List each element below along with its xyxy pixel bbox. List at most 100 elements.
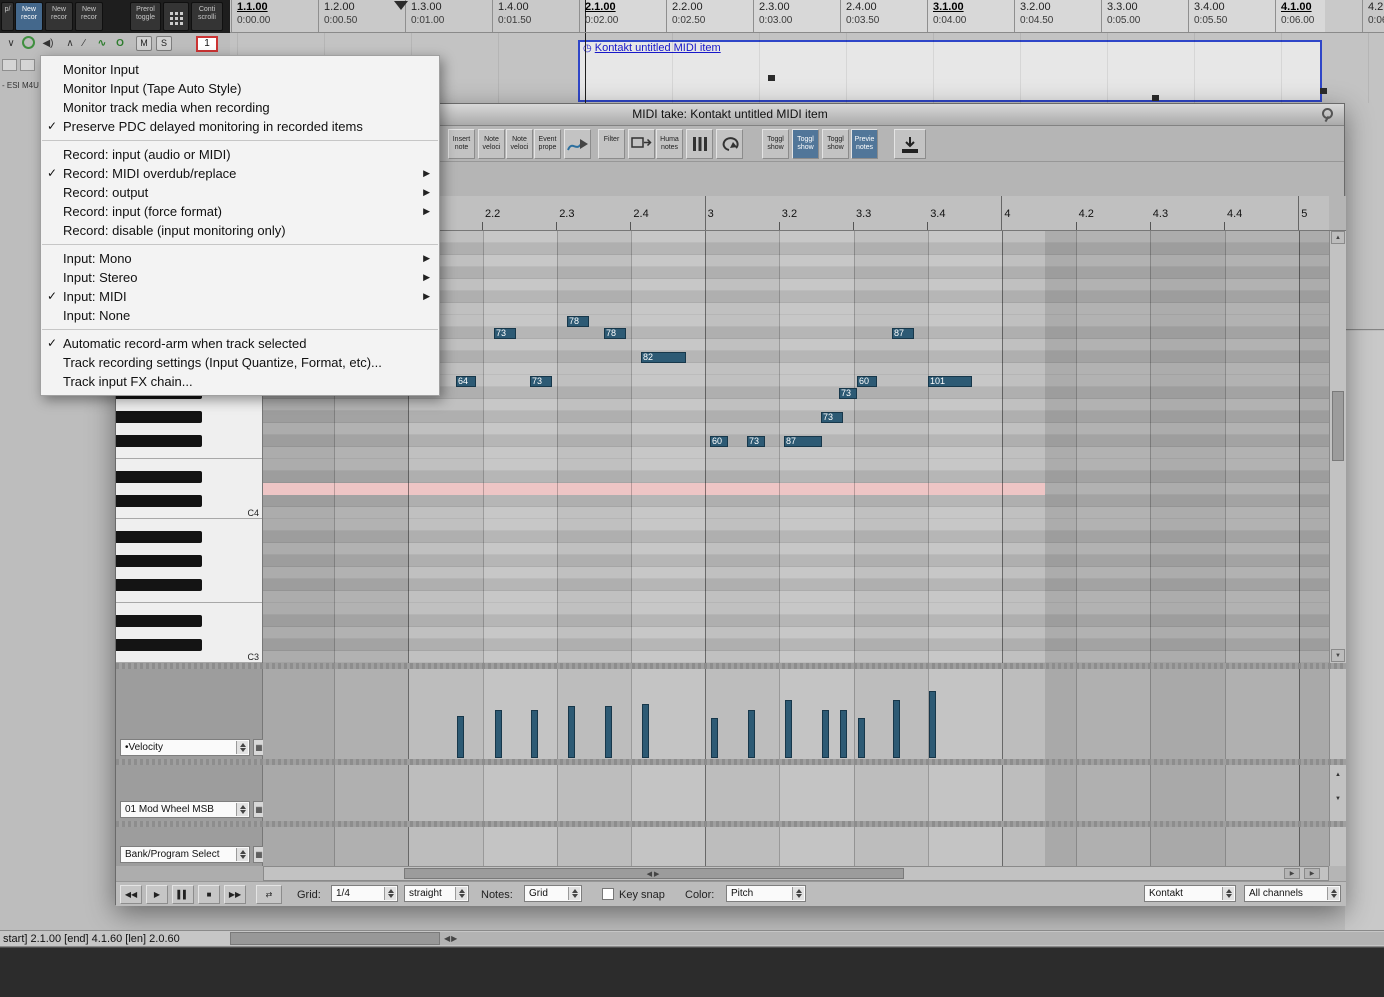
stepper-icon[interactable] <box>1222 887 1234 900</box>
scroll-arrows-icon[interactable]: ◀▶ <box>444 934 458 943</box>
note-length-select[interactable]: Grid <box>524 885 582 902</box>
velocity-grid[interactable] <box>263 669 1329 759</box>
grid-shape-select[interactable]: straight <box>404 885 469 902</box>
ruler-mark[interactable]: 3.2.00 0:04.50 <box>1014 0 1053 32</box>
ruler-mark[interactable]: 2.3.00 0:03.00 <box>753 0 792 32</box>
rewind-button[interactable]: ◀◀ <box>120 885 142 904</box>
editor-hscrollbar[interactable]: ◀▶ ▶ ▶ <box>263 866 1329 881</box>
menu-item[interactable]: Monitor track media when recording <box>41 98 439 117</box>
pen-icon[interactable]: ∕ <box>76 36 92 52</box>
menu-item[interactable]: Track recording settings (Input Quantize… <box>41 353 439 372</box>
arrange-area-right[interactable] <box>1345 103 1384 330</box>
cc-lane-selector[interactable]: Bank/Program Select <box>120 846 250 863</box>
velocity-bar[interactable] <box>495 710 502 758</box>
midi-note[interactable]: 87 <box>892 328 914 339</box>
ruler-mark[interactable]: 2.4.00 0:03.50 <box>840 0 879 32</box>
midi-note[interactable]: 60 <box>710 436 728 447</box>
velocity-bar[interactable] <box>893 700 900 758</box>
editor-toolbar-button[interactable]: Event prope <box>534 129 561 159</box>
toolbar-button[interactable]: New recor <box>15 2 43 31</box>
midi-note[interactable]: 73 <box>530 376 552 387</box>
undo-icon[interactable] <box>716 129 743 159</box>
bars-icon[interactable] <box>686 129 713 159</box>
stepper-icon[interactable] <box>236 741 248 754</box>
midi-note[interactable]: 60 <box>857 376 877 387</box>
menu-item[interactable]: Input: Mono ▶ <box>41 249 439 268</box>
piano-key-black[interactable] <box>116 615 262 627</box>
main-hscrollbar[interactable]: ◀▶ <box>230 932 1384 945</box>
piano-key-black[interactable] <box>116 435 262 447</box>
editor-toolbar-button[interactable]: Note veloci <box>478 129 505 159</box>
menu-item[interactable]: ✓ Input: MIDI ▶ <box>41 287 439 306</box>
piano-roll-vscrollbar[interactable]: ▲ ▼ <box>1329 231 1346 663</box>
piano-key-black[interactable] <box>116 471 262 483</box>
editor-toolbar-button[interactable]: Previe notes <box>851 129 878 159</box>
toolbar-button[interactable]: New recor <box>45 2 73 31</box>
vscroll-thumb[interactable] <box>1332 391 1344 461</box>
velocity-bar[interactable] <box>711 718 718 758</box>
ruler-mark[interactable]: 1.3.00 0:01.00 <box>405 0 444 32</box>
piano-key-black[interactable] <box>116 579 262 591</box>
cc-lane-selector[interactable]: •Velocity <box>120 739 250 756</box>
screen-arrow-icon[interactable] <box>628 129 655 159</box>
mute-button[interactable]: M <box>136 36 152 51</box>
piano-key-black[interactable] <box>116 639 262 651</box>
piano-key-white[interactable] <box>116 627 262 639</box>
menu-item[interactable]: Record: output ▶ <box>41 183 439 202</box>
midi-note[interactable]: 78 <box>604 328 626 339</box>
velocity-bar[interactable] <box>642 704 649 758</box>
menu-item[interactable]: ✓ Record: MIDI overdub/replace ▶ <box>41 164 439 183</box>
menu-item[interactable]: ✓ Preserve PDC delayed monitoring in reco… <box>41 117 439 136</box>
midi-note[interactable]: 73 <box>747 436 765 447</box>
velocity-bar[interactable] <box>858 718 865 758</box>
piano-key-white[interactable] <box>116 567 262 579</box>
piano-key-white[interactable] <box>116 591 262 603</box>
midi-note[interactable]: 73 <box>839 388 857 399</box>
midi-item[interactable]: ◷ Kontakt untitled MIDI item <box>578 40 1327 102</box>
ruler-mark[interactable]: 2.2.00 0:02.50 <box>666 0 705 32</box>
ruler-mark[interactable]: 3.4.00 0:05.50 <box>1188 0 1227 32</box>
piano-key-white[interactable] <box>116 423 262 435</box>
menu-item[interactable]: Monitor Input <box>41 60 439 79</box>
cc-lane-scroll[interactable] <box>1329 827 1346 866</box>
piano-key-white[interactable] <box>116 519 262 531</box>
download-icon[interactable] <box>894 129 926 159</box>
scroll-down-icon[interactable]: ▼ <box>1332 795 1344 803</box>
play-cursor-marker[interactable] <box>394 1 408 10</box>
cc-lane-grid-1[interactable] <box>263 765 1329 821</box>
midi-note[interactable]: 101 <box>928 376 972 387</box>
toolbar-button[interactable]: p/ <box>1 2 14 31</box>
menu-item[interactable]: Monitor Input (Tape Auto Style) <box>41 79 439 98</box>
grid-dots-icon[interactable] <box>163 2 189 31</box>
piano-key-white[interactable] <box>116 447 262 459</box>
stepper-icon[interactable] <box>236 803 248 816</box>
midi-note[interactable]: 73 <box>821 412 843 423</box>
record-arm-icon[interactable] <box>22 36 35 49</box>
ruler-mark[interactable]: 2.1.00 0:02.00 <box>579 0 618 32</box>
editor-toolbar-button[interactable]: Toggl show <box>822 129 849 159</box>
piano-key-black[interactable] <box>116 495 262 507</box>
toolbar-button[interactable]: Conti scrolli <box>191 2 223 31</box>
pin-icon[interactable] <box>1319 108 1333 122</box>
fx-icon[interactable]: O <box>112 36 128 52</box>
forward-button[interactable]: ▶▶ <box>224 885 246 904</box>
channel-filter-select[interactable]: All channels <box>1244 885 1341 902</box>
menu-item[interactable]: Input: None <box>41 306 439 325</box>
hscroll-thumb[interactable]: ◀▶ <box>404 868 904 879</box>
midi-channel-indicator[interactable]: 1 <box>196 36 218 52</box>
midi-note[interactable]: 82 <box>641 352 686 363</box>
scroll-right-button[interactable]: ▶ <box>1304 868 1320 879</box>
track-io-box[interactable] <box>20 59 35 71</box>
piano-key-white[interactable] <box>116 459 262 471</box>
velocity-bar[interactable] <box>748 710 755 758</box>
loop-toggle-button[interactable]: ⇄ <box>256 885 282 904</box>
piano-key-white[interactable] <box>116 543 262 555</box>
stepper-icon[interactable] <box>384 887 396 900</box>
menu-item[interactable]: Record: input (force format) ▶ <box>41 202 439 221</box>
track-select[interactable]: Kontakt <box>1144 885 1236 902</box>
stepper-icon[interactable] <box>455 887 467 900</box>
menu-item[interactable]: Track input FX chain... <box>41 372 439 391</box>
stepper-icon[interactable] <box>792 887 804 900</box>
track-io-box[interactable] <box>2 59 17 71</box>
piano-key-white[interactable] <box>116 399 262 411</box>
